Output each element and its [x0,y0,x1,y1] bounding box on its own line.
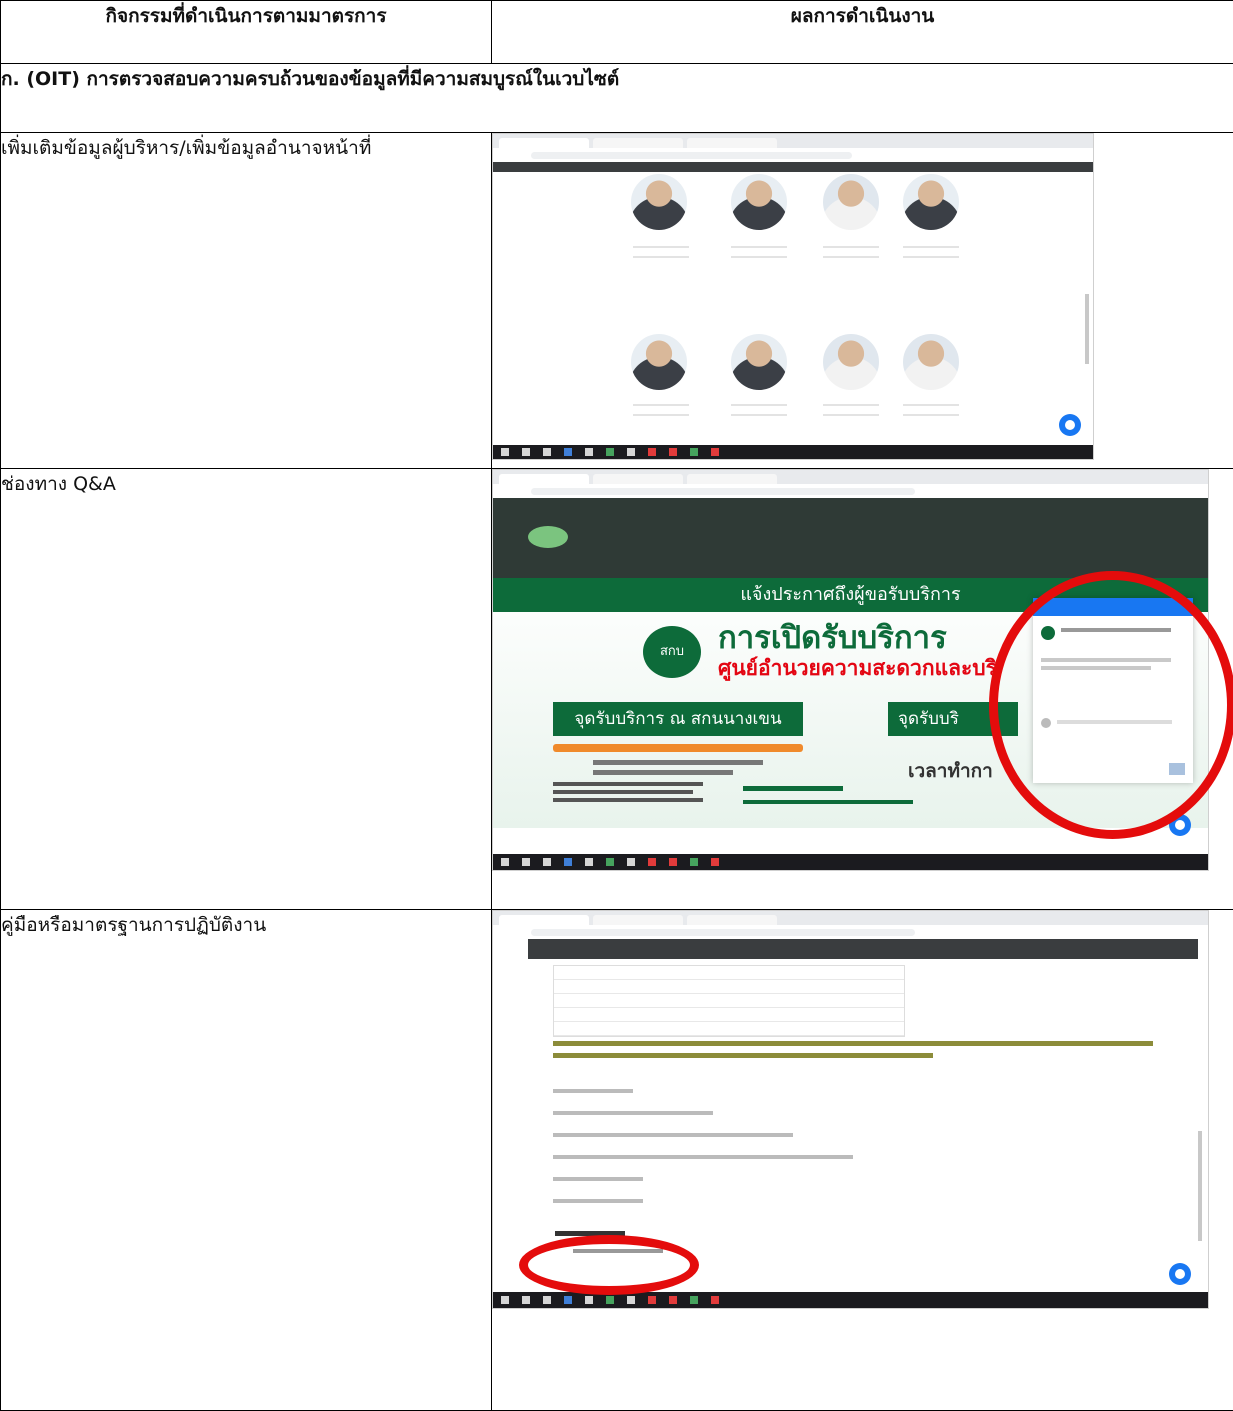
result-cell: แจ้งประกาศถึงผู้ขอรับบริการ สกบ การเปิดร… [492,469,1233,910]
browser-address-bar [493,148,1093,162]
browser-tabs [493,134,1093,148]
browser-address-bar [493,484,1208,498]
table-row: เพิ่มเติมข้อมูลผู้บริหาร/เพิ่มข้อมูลอำนา… [1,133,1233,469]
document-table: กิจกรรมที่ดำเนินการตามมาตรการ ผลการดำเนิ… [0,0,1233,1411]
section-title: ก. (OIT) การตรวจสอบความครบถ้วนของข้อมูลท… [1,64,1233,133]
site-nav-bar [528,939,1198,959]
scrollbar[interactable] [1198,1131,1202,1241]
section-row: ก. (OIT) การตรวจสอบความครบถ้วนของข้อมูลท… [1,64,1233,133]
service-point-1: จุดรับบริการ ณ สกนนางเขน [553,702,803,736]
executive-photo [631,334,687,390]
table-row: คู่มือหรือมาตรฐานการปฏิบัติงาน [1,910,1233,1411]
executive-photo [823,334,879,390]
service-time: เวลาทำกา [908,756,993,786]
result-cell [492,133,1233,469]
executive-photo [903,334,959,390]
header-row: กิจกรรมที่ดำเนินการตามมาตรการ ผลการดำเนิ… [1,1,1233,64]
browser-tabs [493,470,1208,484]
windows-taskbar [493,854,1208,870]
site-header [493,498,1208,578]
browser-tabs [493,911,1208,925]
executive-photo [731,334,787,390]
scrollbar[interactable] [1085,294,1089,364]
executive-photo [903,174,959,230]
table-row: ช่องทาง Q&A แจ้งประกาศถึงผู้ขอรับบริการ … [1,469,1233,910]
site-nav-bar [493,162,1093,172]
executive-photo [823,174,879,230]
result-cell [492,910,1233,1411]
windows-taskbar [493,445,1093,459]
row-label-executives: เพิ่มเติมข้อมูลผู้บริหาร/เพิ่มข้อมูลอำนา… [1,133,492,469]
messenger-chat-icon[interactable] [1059,414,1081,436]
logo-emblem: สกบ [643,626,701,678]
executive-photo [731,174,787,230]
header-result: ผลการดำเนินงาน [492,1,1233,64]
messenger-chat-icon[interactable] [1169,1263,1191,1285]
site-logo [528,526,568,548]
banner-subtitle: ศูนย์อำนวยความสะดวกและบริ [718,652,997,685]
service-table [553,965,905,1037]
screenshot-executives [492,133,1094,460]
row-label-qa: ช่องทาง Q&A [1,469,492,910]
highlight-circle [989,571,1233,839]
browser-address-bar [493,925,1208,939]
highlight-circle [519,1235,699,1295]
executive-photo [631,174,687,230]
row-label-manual: คู่มือหรือมาตรฐานการปฏิบัติงาน [1,910,492,1411]
header-activity: กิจกรรมที่ดำเนินการตามมาตรการ [1,1,492,64]
